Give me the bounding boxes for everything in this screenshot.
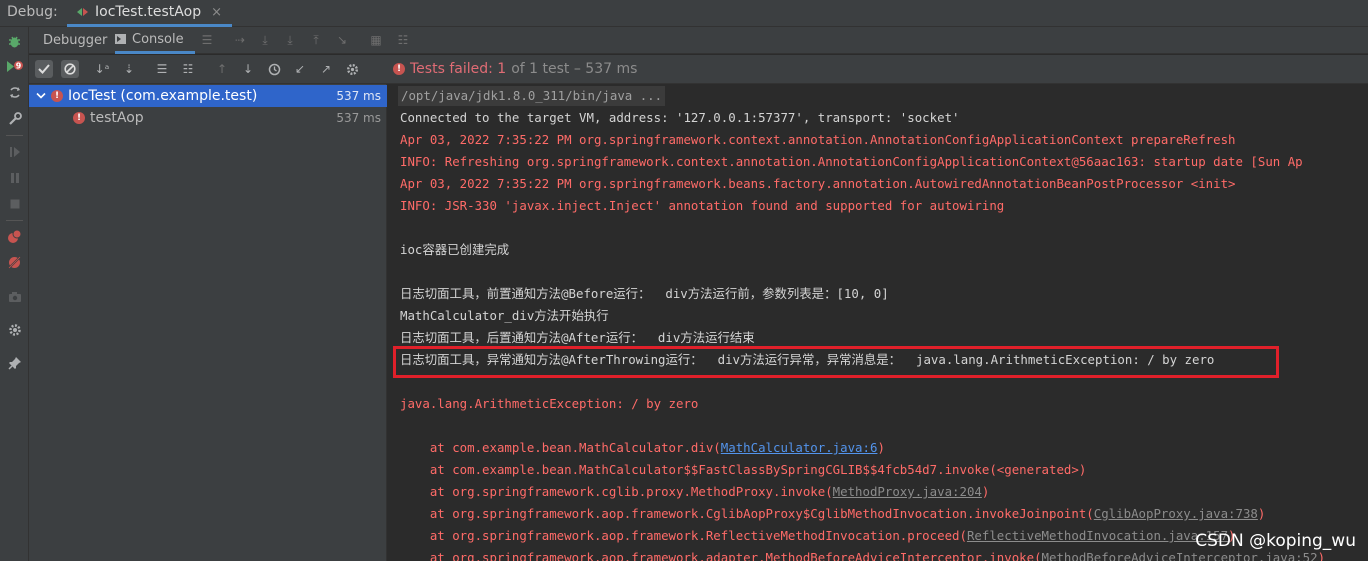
debug-label: Debug: [7,4,58,20]
settings-icon[interactable] [6,321,23,338]
stack-trace-line: at com.example.bean.MathCalculator$$Fast… [400,462,1087,477]
svg-text:9: 9 [16,62,22,71]
source-link[interactable]: MathCalculator.java:6 [721,440,878,455]
console-line: INFO: JSR-330 'javax.inject.Inject' anno… [400,198,1005,213]
console-output[interactable]: /opt/java/jdk1.8.0_311/bin/java ... Conn… [388,84,1368,561]
step-into-icon[interactable]: ⤓ [282,32,298,48]
gear-icon[interactable] [343,60,361,78]
export-tests-icon[interactable]: ↗ [317,60,335,78]
previous-failed-icon[interactable]: ↑ [213,60,231,78]
show-passed-icon[interactable] [35,60,53,78]
source-link[interactable]: MethodBeforeAdviceInterceptor.java:52 [1042,550,1318,561]
toolbar-separator [6,220,23,221]
test-tree: ! IocTest (com.example.test) 537 ms ! te… [29,84,387,561]
console-icon [115,34,126,44]
failed-count: 1 [497,61,507,77]
trace-icon[interactable]: ☷ [395,32,411,48]
tree-node-label: testAop [90,110,144,126]
hamburger-icon[interactable]: ☰ [199,32,215,48]
expand-all-icon[interactable]: ☰ [153,60,171,78]
source-link[interactable]: ReflectiveMethodInvocation.java:157 [967,528,1228,543]
left-toolbar: 9 [0,27,29,561]
tab-debugger-label: Debugger [43,33,108,48]
step-over-icon[interactable]: ⤓ [257,32,273,48]
tab-debugger[interactable]: Debugger [43,27,107,54]
source-link[interactable]: MethodProxy.java:204 [833,484,982,499]
wrench-icon[interactable] [6,110,23,127]
tree-node-testaop[interactable]: ! testAop 537 ms [29,107,387,129]
tree-node-label: IocTest (com.example.test) [68,88,258,104]
tests-failed-label: Tests failed: 1 [410,61,507,77]
tab-console[interactable]: Console [115,27,195,54]
console-command-line[interactable]: /opt/java/jdk1.8.0_311/bin/java ... [398,86,666,106]
run-to-cursor-icon[interactable]: ↘ [334,32,350,48]
resume-icon[interactable] [6,143,23,160]
tree-node-duration: 537 ms [336,111,381,125]
pause-icon[interactable] [6,169,23,186]
watermark: CSDN @koping_wu [1195,531,1356,551]
test-history-icon[interactable] [265,60,283,78]
console-line: Apr 03, 2022 7:35:22 PM org.springframew… [400,132,1236,147]
evaluate-expression-icon[interactable]: ▦ [368,32,384,48]
camera-icon[interactable] [6,288,23,305]
console-line: 日志切面工具，前置通知方法@Before运行： div方法运行前，参数列表是：[… [400,286,889,301]
test-config-icon [77,6,89,18]
collapse-all-icon[interactable]: ☷ [179,60,197,78]
debug-tool-window-header: Debug: IocTest.testAop × [0,0,1368,27]
stack-trace-line: at org.springframework.aop.framework.ada… [400,548,1325,561]
close-icon[interactable]: × [211,5,222,20]
exception-line: java.lang.ArithmeticException: / by zero [400,396,699,411]
show-ignored-icon[interactable] [61,60,79,78]
show-execution-point-icon[interactable]: ⇢ [232,32,248,48]
sort-alphabetically-icon[interactable]: ↓ᵃ [93,60,111,78]
chevron-down-icon[interactable] [35,90,47,102]
run-config-tab-title: IocTest.testAop [95,4,202,20]
toolbar-separator [6,135,23,136]
error-icon: ! [393,63,405,75]
tests-summary: of 1 test – 537 ms [511,61,638,77]
import-tests-icon[interactable]: ↙ [291,60,309,78]
console-line: MathCalculator_div方法开始执行 [400,308,609,323]
mute-breakpoints-icon[interactable] [6,254,23,271]
stack-trace-line: at org.springframework.cglib.proxy.Metho… [400,484,990,499]
test-runner-toolbar: ↓ᵃ ⇣ ☰ ☷ ↑ ↓ ↙ ↗ [29,55,387,84]
annotation-highlight-box [393,346,1279,378]
test-status-bar: ! Tests failed: 1 of 1 test – 537 ms [387,55,1368,84]
stop-icon[interactable] [6,195,23,212]
stack-trace-line: at org.springframework.aop.framework.Ref… [400,528,1236,543]
tree-node-iotest[interactable]: ! IocTest (com.example.test) 537 ms [29,85,387,107]
console-line: ioc容器已创建完成 [400,242,510,257]
next-failed-icon[interactable]: ↓ [239,60,257,78]
sort-by-duration-icon[interactable]: ⇣ [120,60,138,78]
debug-subtabs: Debugger Console ☰ ⇢ ⤓ ⤓ ⤒ ↘ ▦ ☷ [29,27,1368,54]
step-out-icon[interactable]: ⤒ [308,32,324,48]
stack-trace-line: at com.example.bean.MathCalculator.div(M… [400,440,885,455]
test-failed-icon: ! [51,90,63,102]
console-line: Connected to the target VM, address: '12… [400,110,960,125]
source-link[interactable]: CglibAopProxy.java:738 [1094,506,1258,521]
test-failed-icon: ! [73,112,85,124]
tree-node-duration: 537 ms [336,89,381,103]
tab-console-label: Console [132,31,184,47]
run-config-tab[interactable]: IocTest.testAop × [67,0,232,27]
pin-icon[interactable] [6,354,23,371]
console-line: INFO: Refreshing org.springframework.con… [400,154,1303,169]
console-line: 日志切面工具，后置通知方法@After运行： div方法运行结束 [400,330,755,345]
console-line: Apr 03, 2022 7:35:22 PM org.springframew… [400,176,1236,191]
rerun-failed-icon[interactable]: 9 [6,58,23,75]
stack-trace-line: at org.springframework.aop.framework.Cgl… [400,506,1266,521]
bug-icon[interactable] [6,33,23,50]
restore-layout-icon[interactable] [6,84,23,101]
view-breakpoints-icon[interactable] [6,228,23,245]
